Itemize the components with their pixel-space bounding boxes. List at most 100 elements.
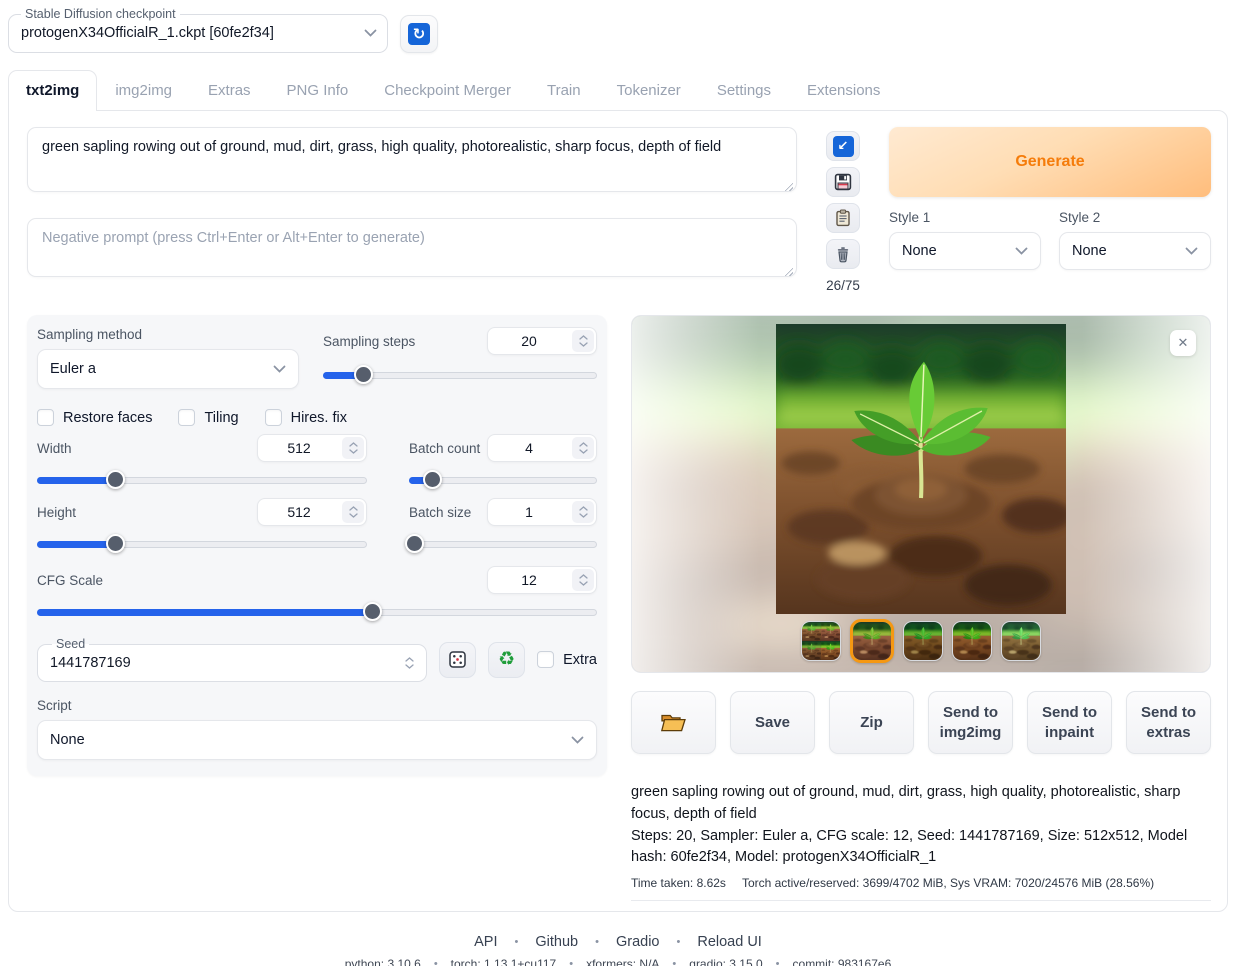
chevron-down-icon — [364, 29, 377, 37]
seed-row: Seed — [37, 638, 597, 682]
cfg-scale-field[interactable] — [488, 567, 570, 593]
thumbnail-grid-icon — [802, 622, 840, 660]
tab-extensions[interactable]: Extensions — [789, 70, 898, 110]
stepper-icon[interactable] — [572, 330, 594, 352]
sampling-steps-slider[interactable] — [323, 365, 597, 385]
bullet-separator: • — [672, 958, 676, 966]
restore-faces-label: Restore faces — [63, 410, 152, 426]
chevron-down-icon — [1015, 247, 1028, 255]
batch-size-label: Batch size — [409, 505, 471, 520]
height-input — [257, 498, 367, 526]
gradio-version: gradio: 3.15.0 — [689, 957, 762, 966]
floppy-disk-icon — [834, 173, 852, 191]
stepper-icon[interactable] — [572, 569, 594, 591]
height-slider[interactable] — [37, 534, 367, 554]
info-prompt-text: green sapling rowing out of ground, mud,… — [631, 782, 1211, 826]
thumbnail-2-selected[interactable] — [850, 619, 894, 663]
tab-png-info[interactable]: PNG Info — [269, 70, 367, 110]
thumbnail-3[interactable] — [903, 621, 943, 661]
generated-image[interactable] — [776, 324, 1066, 614]
info-params-text: Steps: 20, Sampler: Euler a, CFG scale: … — [631, 826, 1211, 870]
checkbox-icon — [37, 409, 54, 426]
reuse-seed-button[interactable]: ♻ — [488, 642, 525, 678]
prompt-row: green sapling rowing out of ground, mud,… — [27, 127, 1211, 293]
height-field[interactable] — [258, 499, 340, 525]
batch-size-field[interactable] — [488, 499, 570, 525]
stepper-icon[interactable] — [572, 437, 594, 459]
api-link[interactable]: API — [474, 934, 497, 950]
app-root: Stable Diffusion checkpoint protogenX34O… — [0, 0, 1236, 966]
seed-box: Seed — [37, 638, 427, 682]
tab-txt2img[interactable]: txt2img — [8, 70, 97, 111]
thumbnail-1-grid[interactable] — [801, 621, 841, 661]
tab-img2img[interactable]: img2img — [97, 70, 190, 110]
stepper-icon[interactable] — [572, 501, 594, 523]
seed-field[interactable] — [50, 655, 401, 671]
thumbnail-4[interactable] — [952, 621, 992, 661]
python-version: python: 3.10.6 — [345, 957, 421, 966]
cfg-scale-slider[interactable] — [37, 602, 597, 622]
batch-count-input — [487, 434, 597, 462]
reload-ui-link[interactable]: Reload UI — [697, 934, 761, 950]
batch-count-field[interactable] — [488, 435, 570, 461]
content-row: Sampling method Euler a Sampling steps — [27, 315, 1211, 901]
extra-seed-checkbox[interactable]: Extra — [537, 651, 597, 668]
script-dropdown[interactable]: None — [37, 720, 597, 760]
width-field[interactable] — [258, 435, 340, 461]
gradio-link[interactable]: Gradio — [616, 934, 660, 950]
checkpoint-selector: Stable Diffusion checkpoint protogenX34O… — [8, 8, 388, 53]
restore-faces-checkbox[interactable]: Restore faces — [37, 409, 152, 426]
clear-prompt-button[interactable] — [826, 239, 860, 269]
footer: API • Github • Gradio • Reload UI python… — [8, 934, 1228, 966]
torch-version: torch: 1.13.1+cu117 — [451, 957, 557, 966]
style1-value: None — [902, 243, 937, 259]
batch-size-input — [487, 498, 597, 526]
open-folder-button[interactable] — [631, 691, 716, 754]
thumbnail-5[interactable] — [1001, 621, 1041, 661]
style1-dropdown[interactable]: None — [889, 232, 1041, 270]
save-style-button[interactable] — [826, 167, 860, 197]
batch-size-slider[interactable] — [409, 534, 597, 554]
time-taken-text: Time taken: 8.62s — [631, 874, 726, 892]
stepper-icon[interactable] — [342, 437, 364, 459]
sampling-method-dropdown[interactable]: Euler a — [37, 349, 299, 389]
send-to-extras-button[interactable]: Send to extras — [1126, 691, 1211, 754]
style2-value: None — [1072, 243, 1107, 259]
generate-column: Generate Style 1 None Style 2 None — [889, 127, 1211, 293]
tab-extras[interactable]: Extras — [190, 70, 269, 110]
close-gallery-button[interactable]: ✕ — [1170, 330, 1196, 356]
sampling-steps-field[interactable] — [488, 328, 570, 354]
clipboard-icon — [834, 209, 852, 227]
apply-style-button[interactable] — [826, 203, 860, 233]
tab-settings[interactable]: Settings — [699, 70, 789, 110]
prompt-input[interactable]: green sapling rowing out of ground, mud,… — [27, 127, 797, 192]
sampling-steps-input — [487, 327, 597, 355]
send-to-img2img-button[interactable]: Send to img2img — [928, 691, 1013, 754]
tab-tokenizer[interactable]: Tokenizer — [599, 70, 699, 110]
send-to-inpaint-button[interactable]: Send to inpaint — [1027, 691, 1112, 754]
stepper-icon[interactable] — [342, 501, 364, 523]
tiling-label: Tiling — [204, 410, 238, 426]
negative-prompt-input[interactable] — [27, 218, 797, 277]
checkpoint-dropdown[interactable]: protogenX34OfficialR_1.ckpt [60fe2f34] — [19, 21, 377, 45]
tab-checkpoint-merger[interactable]: Checkpoint Merger — [366, 70, 529, 110]
random-seed-button[interactable] — [439, 642, 476, 678]
read-parameters-button[interactable]: ↙ — [826, 131, 860, 161]
width-slider[interactable] — [37, 470, 367, 490]
generate-button[interactable]: Generate — [889, 127, 1211, 197]
tab-train[interactable]: Train — [529, 70, 599, 110]
zip-button[interactable]: Zip — [829, 691, 914, 754]
github-link[interactable]: Github — [535, 934, 578, 950]
style2-dropdown[interactable]: None — [1059, 232, 1211, 270]
footer-versions: python: 3.10.6 • torch: 1.13.1+cu117 • x… — [8, 957, 1228, 966]
save-button[interactable]: Save — [730, 691, 815, 754]
refresh-checkpoints-button[interactable]: ↻ — [400, 15, 438, 53]
vram-text: Torch active/reserved: 3699/4702 MiB, Sy… — [742, 874, 1154, 892]
bullet-separator: • — [569, 958, 573, 966]
stepper-icon[interactable] — [401, 657, 418, 669]
checkpoint-value: protogenX34OfficialR_1.ckpt [60fe2f34] — [19, 25, 274, 41]
hires-fix-checkbox[interactable]: Hires. fix — [265, 409, 347, 426]
prompt-column: green sapling rowing out of ground, mud,… — [27, 127, 797, 293]
tiling-checkbox[interactable]: Tiling — [178, 409, 238, 426]
batch-count-slider[interactable] — [409, 470, 597, 490]
